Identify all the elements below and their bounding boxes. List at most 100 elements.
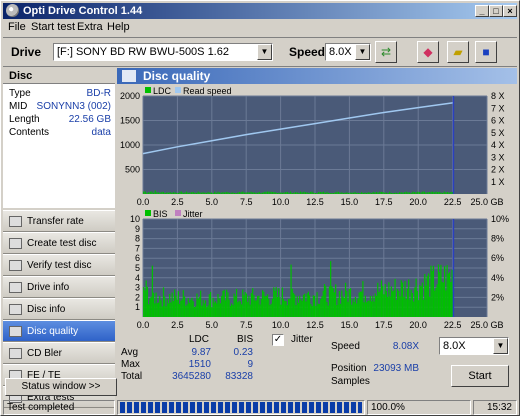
transfer-rate-icon [9,216,22,227]
chart-2-y-tick-label: 3 [135,283,140,293]
maximize-button[interactable]: □ [489,5,503,17]
nav-item-disc-info[interactable]: Disc info [3,298,115,320]
nav-item-create-test-disc[interactable]: Create test disc [3,232,115,254]
chart-1-y2-tick-label: 1 X [491,177,505,187]
chart-2-y-tick-label: 6 [135,253,140,263]
chart-2-x-tick-label: 22.5 [444,320,462,330]
nav-item-disc-quality[interactable]: Disc quality [3,320,115,342]
status-bar: Test completed 100.0% 15:32 [3,400,517,415]
total-bis: 83328 [225,371,253,382]
disc-type-value: BD-R [86,88,111,99]
disc-info-icon [9,304,22,315]
disc-mid-row: MID SONYNN3 (002) [9,101,111,114]
avg-ldc: 9.87 [191,347,211,358]
menu-file[interactable]: File [8,21,26,33]
speed-stat-select[interactable]: 8.0X ▼ [439,337,509,355]
disc-mid-key: MID [9,101,28,112]
minimize-button[interactable]: _ [475,5,489,17]
window-title: Opti Drive Control 1.44 [23,5,143,17]
jitter-checkbox[interactable]: ✓ [272,334,284,346]
chart-1-y2-tick-label: 4 X [491,140,505,150]
ldc-header: LDC [189,334,210,345]
nav-item-label: Drive info [27,282,70,293]
progress-text: 100.0% [367,400,471,415]
chart-1-x-tick-label: 7.5 [240,197,253,207]
nav-item-label: Disc info [27,304,66,315]
chart-1-x-tick-label: 15.0 [341,197,359,207]
refresh-icon: ⇄ [380,45,392,59]
chart-1-y2-tick-label: 2 X [491,165,505,175]
chart-2-y-tick-label: 10 [130,214,140,224]
chart-2-x-tick-label: 10.0 [272,320,290,330]
chart-2-legend-label: BIS [153,209,168,219]
speed-stat-select-value: 8.0X [443,340,466,352]
chart-1-x-tick-label: 5.0 [206,197,219,207]
drive-value: [F:] SONY BD RW BWU-500S 1.62 [57,46,229,58]
chart-1-y-tick-label: 1500 [120,116,140,126]
max-label: Max [121,359,140,370]
app-disc-icon [6,4,19,17]
chart-2-x-tick-label: 2.5 [171,320,184,330]
close-button[interactable]: × [503,5,517,17]
disc-type-row: Type BD-R [9,88,111,101]
chart-2-x-tick-label: 25.0 GB [470,320,503,330]
refresh-button[interactable]: ⇄ [375,41,397,63]
disc-contents-key: Contents [9,127,50,138]
menu-help[interactable]: Help [107,21,130,33]
disc-length-value: 22.56 GB [68,114,111,125]
sidebar: Disc Type BD-R MID SONYNN3 (002) Length 22.… [3,68,117,408]
disc-quality-icon [122,70,136,82]
max-bis: 9 [247,359,253,370]
nav-item-label: CD Bler [27,348,63,359]
chart-2-y-tick-label: 7 [135,243,140,253]
nav-item-cd-bler[interactable]: CD Bler [3,342,115,364]
progress-box [117,400,365,415]
speed-label: Speed [289,45,326,59]
chart-2-y2-tick-label: 8% [491,234,504,244]
menu-extra[interactable]: Extra [77,21,103,33]
chart-2-y2-tick-label: 4% [491,273,504,283]
chart-2-legend-label: Jitter [183,209,203,219]
drive-info-icon [9,282,22,293]
chart-1-y-tick-label: 2000 [120,91,140,101]
disc-info-box: Type BD-R MID SONYNN3 (002) Length 22.56 GB… [3,84,115,208]
chart-1-y-tick-label: 1000 [120,140,140,150]
save-button[interactable]: ■ [475,41,497,63]
menu-start-test[interactable]: Start test [31,21,75,33]
nav-item-transfer-rate[interactable]: Transfer rate [3,210,115,232]
nav-item-label: Verify test disc [27,260,92,271]
speed-select[interactable]: 8.0X ▼ [325,43,371,61]
chart-1-y2-tick-label: 7 X [491,103,505,113]
max-ldc: 1510 [188,359,211,370]
chart-1-x-tick-label: 10.0 [272,197,290,207]
drive-label: Drive [11,45,42,59]
jitter-label: Jitter [291,334,313,345]
chart-2-y-tick-label: 2 [135,292,140,302]
drive-select[interactable]: [F:] SONY BD RW BWU-500S 1.62 ▼ [53,43,273,61]
chevron-down-icon[interactable]: ▼ [493,338,508,354]
nav-item-label: Disc quality [27,326,79,337]
chart-1-y2-tick-label: 3 X [491,152,505,162]
chart-2-y-tick-label: 4 [135,273,140,283]
disc-type-key: Type [9,88,31,99]
speed-stat-value: 8.08X [392,341,419,352]
copy-button[interactable]: ▰ [447,41,469,63]
chart-2-x-tick-label: 5.0 [206,320,219,330]
app-window: Opti Drive Control 1.44 _ □ × File Start… [0,0,520,416]
erase-button[interactable]: ◆ [417,41,439,63]
chevron-down-icon[interactable]: ▼ [257,44,272,60]
chart-1-legend-label: Read speed [183,86,232,96]
status-window-button[interactable]: Status window >> [5,378,117,396]
drive-toolbar: Drive [F:] SONY BD RW BWU-500S 1.62 ▼ Sp… [3,37,517,67]
cd-bler-icon [9,348,22,359]
chevron-down-icon[interactable]: ▼ [355,44,370,60]
start-button[interactable]: Start [451,365,509,387]
speed-stat-label: Speed [331,341,360,352]
disc-contents-value: data [91,127,111,138]
nav-item-verify-test-disc[interactable]: Verify test disc [3,254,115,276]
nav-item-drive-info[interactable]: Drive info [3,276,115,298]
avg-label: Avg [121,347,139,358]
chart-2-y-tick-label: 8 [135,234,140,244]
chart-1-legend-swatch-read-speed [175,87,181,93]
chart-1-y2-tick-label: 8 X [491,91,505,101]
